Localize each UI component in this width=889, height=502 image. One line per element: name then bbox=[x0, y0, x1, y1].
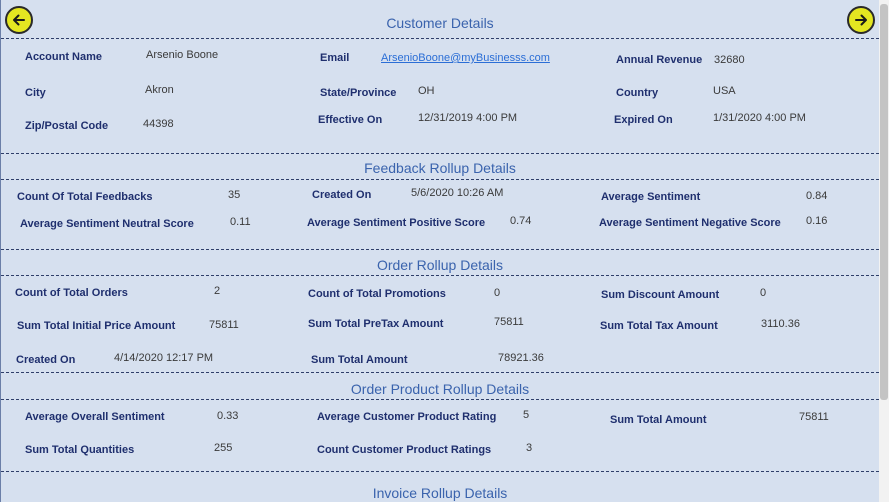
negative-score-value: 0.16 bbox=[806, 215, 828, 227]
feedback-count-label: Count Of Total Feedbacks bbox=[17, 191, 153, 203]
effective-on-value: 12/31/2019 4:00 PM bbox=[418, 112, 518, 124]
product-total-amount-value: 75811 bbox=[799, 411, 829, 423]
annual-revenue-label: Annual Revenue bbox=[616, 54, 703, 66]
expired-on-label: Expired On bbox=[614, 114, 673, 126]
pretax-amount-value: 75811 bbox=[494, 316, 524, 328]
order-rollup-title: Order Rollup Details bbox=[376, 257, 504, 273]
state-label: State/Province bbox=[320, 87, 397, 99]
neutral-score-value: 0.11 bbox=[230, 216, 251, 228]
state-value: OH bbox=[418, 85, 435, 97]
divider bbox=[1, 275, 879, 276]
order-count-label: Count of Total Orders bbox=[15, 287, 128, 299]
zip-value: 44398 bbox=[143, 118, 174, 130]
avg-sentiment-value: 0.84 bbox=[806, 190, 828, 202]
avg-product-rating-label: Average Customer Product Rating bbox=[317, 411, 497, 423]
scrollbar-thumb[interactable] bbox=[880, 4, 888, 400]
avg-product-rating-value: 5 bbox=[523, 409, 530, 421]
feedback-created-label: Created On bbox=[312, 189, 372, 201]
order-created-value: 4/14/2020 12:17 PM bbox=[114, 352, 214, 364]
avg-overall-sentiment-label: Average Overall Sentiment bbox=[25, 411, 165, 423]
effective-on-label: Effective On bbox=[318, 114, 383, 126]
feedback-rollup-title: Feedback Rollup Details bbox=[364, 160, 516, 176]
avg-sentiment-label: Average Sentiment bbox=[601, 191, 701, 203]
invoice-rollup-title: Invoice Rollup Details bbox=[372, 485, 508, 501]
country-value: USA bbox=[713, 85, 736, 97]
divider bbox=[1, 179, 879, 180]
divider bbox=[1, 249, 879, 250]
avg-overall-sentiment-value: 0.33 bbox=[217, 410, 239, 422]
divider bbox=[1, 471, 879, 472]
total-quantities-value: 255 bbox=[214, 442, 233, 454]
divider bbox=[1, 399, 879, 400]
order-count-value: 2 bbox=[214, 285, 221, 297]
feedback-count-value: 35 bbox=[228, 189, 241, 201]
initial-price-value: 75811 bbox=[209, 319, 239, 331]
order-total-value: 78921.36 bbox=[498, 352, 544, 364]
divider bbox=[1, 372, 879, 373]
divider bbox=[1, 153, 879, 154]
annual-revenue-value: 32680 bbox=[714, 54, 745, 66]
promotions-count-label: Count of Total Promotions bbox=[308, 288, 446, 300]
email-label: Email bbox=[320, 52, 350, 64]
expired-on-value: 1/31/2020 4:00 PM bbox=[713, 112, 806, 124]
details-canvas: Customer Details Account Name Arsenio Bo… bbox=[0, 0, 879, 502]
positive-score-label: Average Sentiment Positive Score bbox=[307, 217, 486, 229]
ratings-count-value: 3 bbox=[526, 442, 533, 454]
promotions-count-value: 0 bbox=[494, 287, 501, 299]
zip-label: Zip/Postal Code bbox=[25, 120, 109, 132]
initial-price-label: Sum Total Initial Price Amount bbox=[17, 320, 176, 332]
discount-amount-value: 0 bbox=[760, 287, 767, 299]
email-link[interactable]: ArsenioBoone@myBusinesss.com bbox=[381, 52, 550, 65]
order-product-rollup-title: Order Product Rollup Details bbox=[350, 381, 530, 397]
total-quantities-label: Sum Total Quantities bbox=[25, 444, 135, 456]
city-value: Akron bbox=[145, 84, 174, 96]
tax-amount-label: Sum Total Tax Amount bbox=[600, 320, 718, 332]
feedback-created-value: 5/6/2020 10:26 AM bbox=[411, 187, 504, 199]
product-total-amount-label: Sum Total Amount bbox=[610, 414, 707, 426]
tax-amount-value: 3110.36 bbox=[761, 318, 800, 330]
negative-score-label: Average Sentiment Negative Score bbox=[599, 217, 781, 229]
account-name-label: Account Name bbox=[25, 51, 103, 63]
country-label: Country bbox=[616, 87, 659, 99]
positive-score-value: 0.74 bbox=[510, 215, 532, 227]
divider bbox=[1, 38, 879, 39]
discount-amount-label: Sum Discount Amount bbox=[601, 289, 720, 301]
account-name-value: Arsenio Boone bbox=[146, 49, 219, 61]
customer-details-title: Customer Details bbox=[386, 15, 494, 31]
ratings-count-label: Count Customer Product Ratings bbox=[317, 444, 492, 456]
city-label: City bbox=[25, 87, 46, 99]
order-created-label: Created On bbox=[16, 354, 76, 366]
neutral-score-label: Average Sentiment Neutral Score bbox=[20, 218, 194, 230]
pretax-amount-label: Sum Total PreTax Amount bbox=[308, 318, 444, 330]
order-total-label: Sum Total Amount bbox=[311, 354, 408, 366]
